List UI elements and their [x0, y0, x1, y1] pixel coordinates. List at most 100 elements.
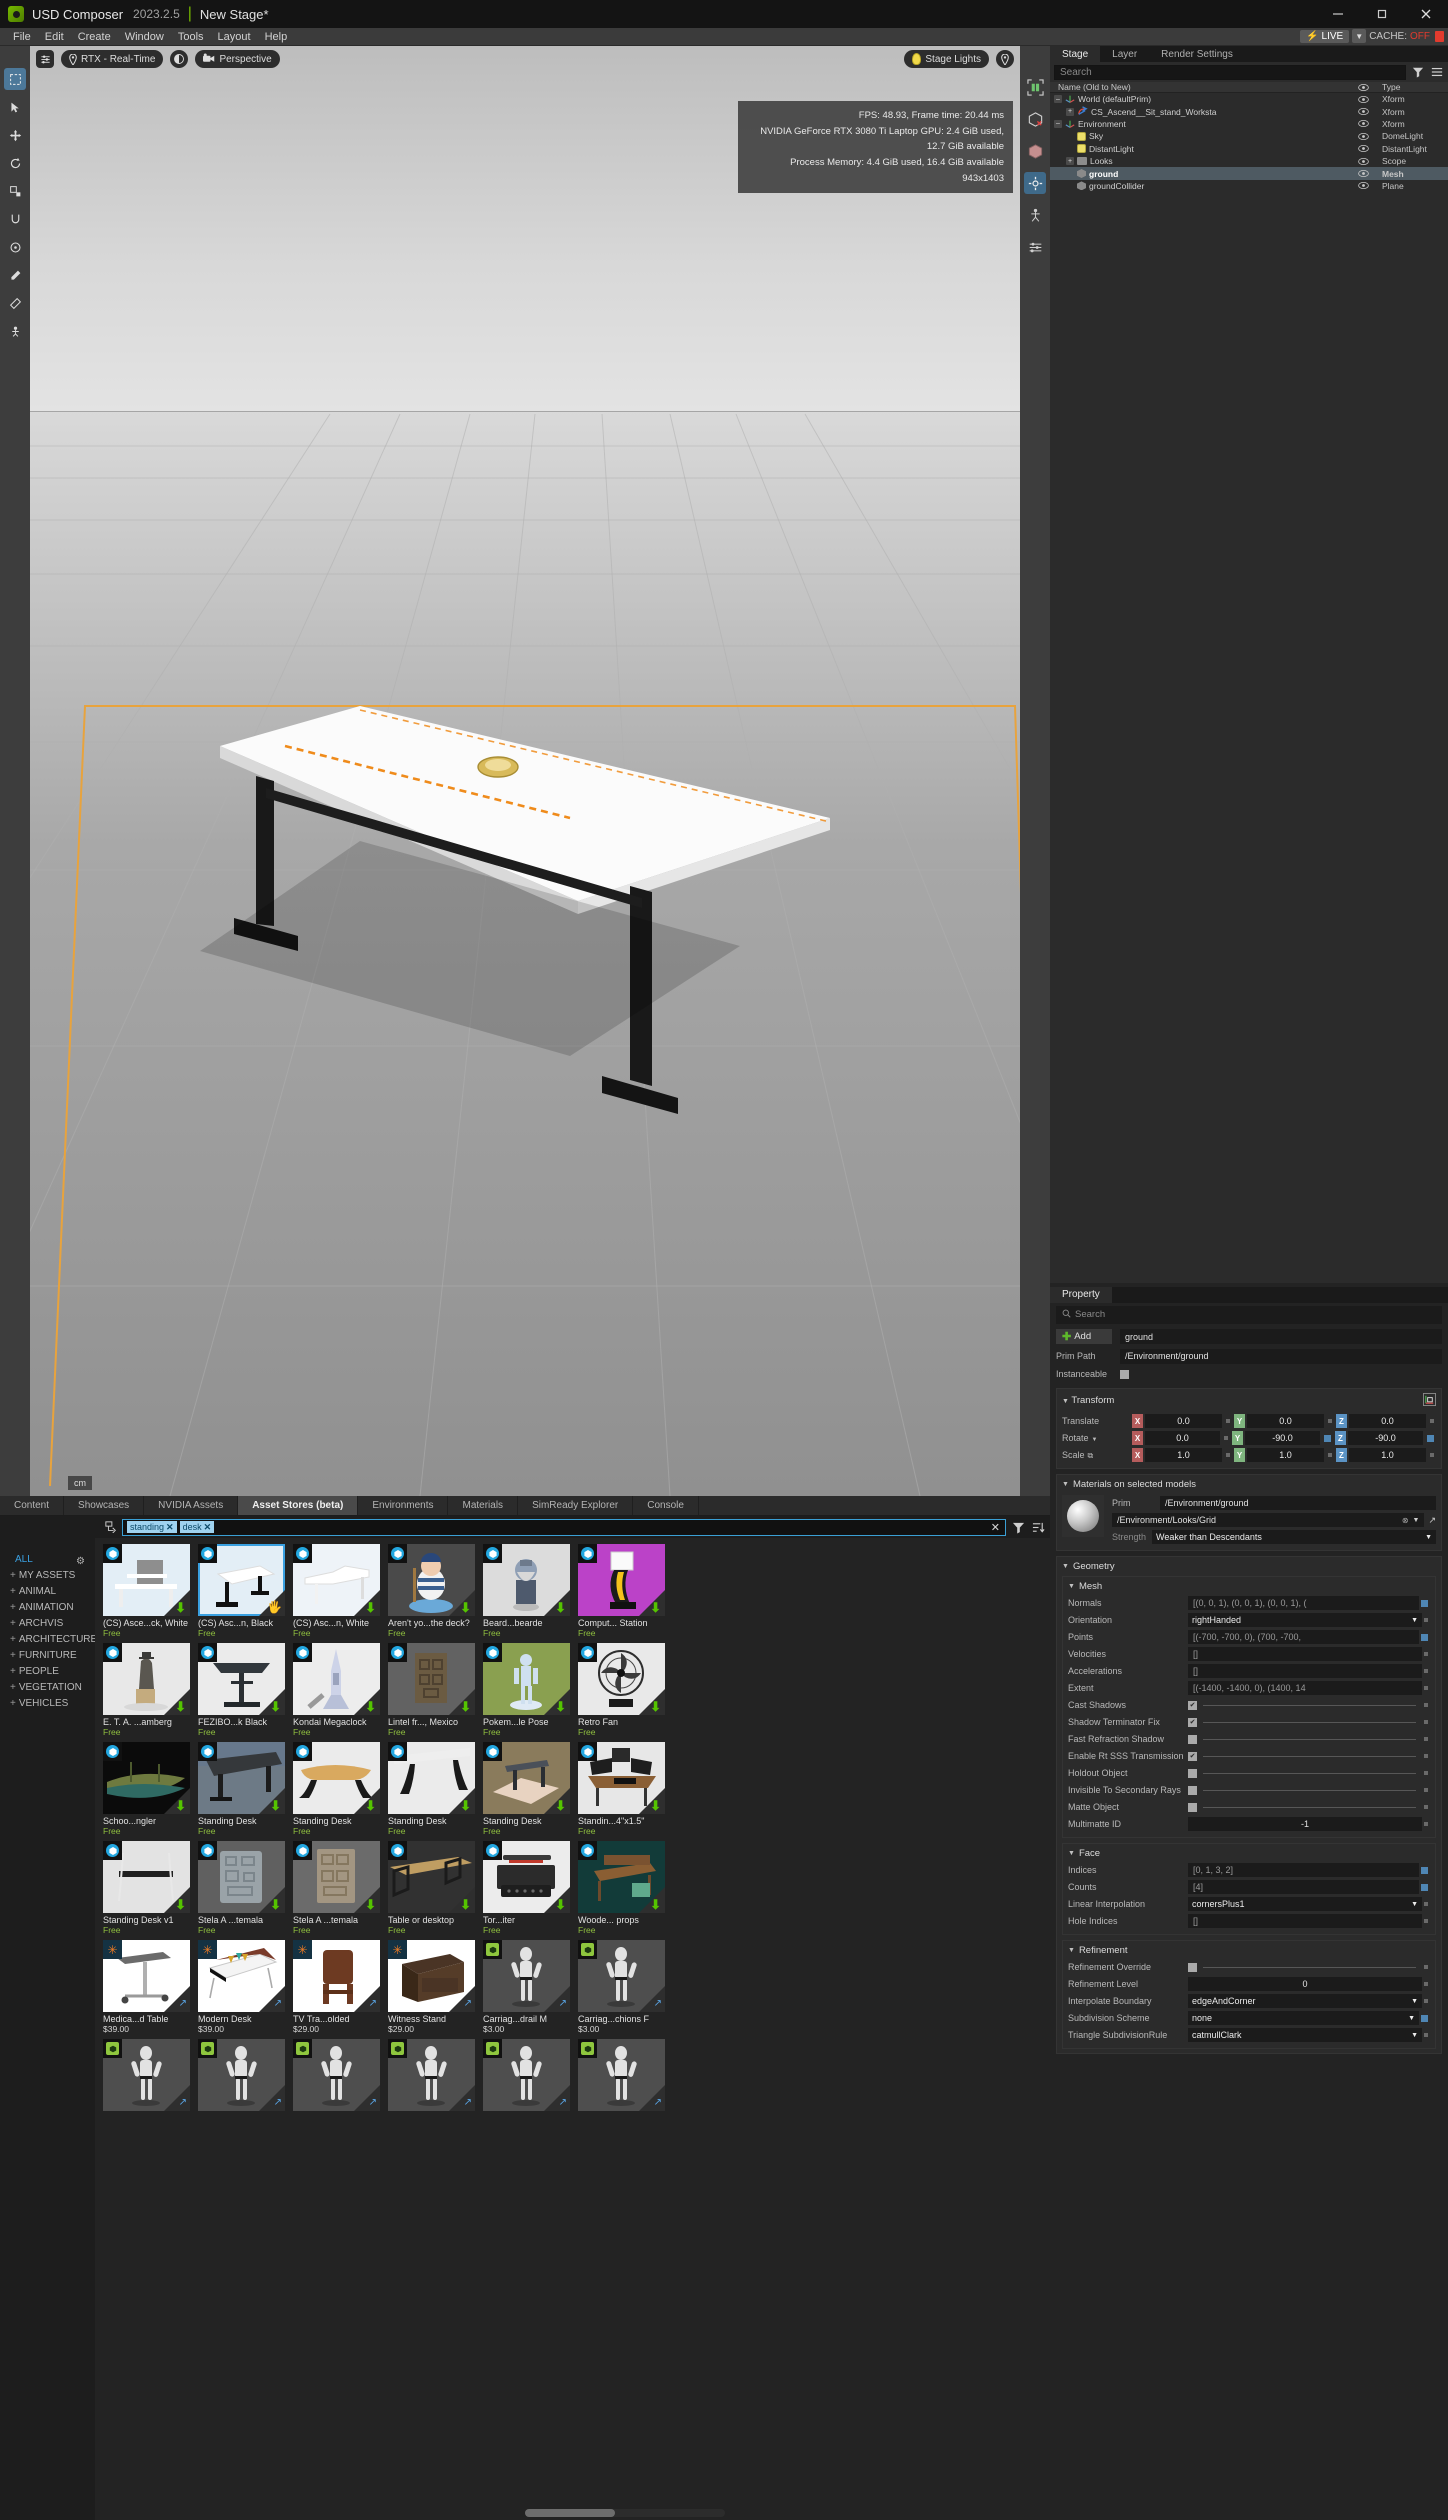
- asset-card[interactable]: ✳ ↗ Modern Desk $39.00: [198, 1940, 285, 2034]
- mesh-header[interactable]: ▼ Mesh: [1068, 1581, 1430, 1592]
- asset-search-input[interactable]: standing ✕ desk ✕ ✕: [122, 1518, 1006, 1536]
- stage-tree-row[interactable]: DistantLight DistantLight: [1050, 143, 1448, 155]
- asset-card[interactable]: ↗: [578, 2039, 665, 2113]
- tab-materials[interactable]: Materials: [448, 1496, 519, 1515]
- rotate-tool-icon[interactable]: [4, 152, 26, 174]
- external-link-icon[interactable]: ↗: [369, 1998, 377, 2009]
- maximize-icon[interactable]: [1360, 0, 1404, 28]
- asset-thumbnail[interactable]: ↗: [103, 2039, 190, 2111]
- open-material-icon[interactable]: ↗: [1428, 1515, 1436, 1526]
- asset-thumbnail[interactable]: ⬇: [483, 1841, 570, 1913]
- strength-select[interactable]: Weaker than Descendants ▼: [1152, 1530, 1436, 1544]
- tab-nvidia-assets[interactable]: NVIDIA Assets: [144, 1496, 239, 1515]
- asset-thumbnail[interactable]: ⬇: [293, 1544, 380, 1616]
- scale-tool-icon[interactable]: [4, 180, 26, 202]
- external-link-icon[interactable]: ↗: [464, 2097, 472, 2108]
- asset-card[interactable]: ⬇ (CS) Asce...ck, White Free: [103, 1544, 190, 1638]
- materials-header[interactable]: ▼ Materials on selected models: [1062, 1479, 1436, 1490]
- download-icon[interactable]: ⬇: [365, 1799, 376, 1812]
- visibility-toggle-icon[interactable]: [1348, 182, 1378, 190]
- asset-thumbnail[interactable]: ⬇: [483, 1643, 570, 1715]
- download-icon[interactable]: ⬇: [650, 1799, 661, 1812]
- collapse-caret-icon[interactable]: ▼: [1062, 1481, 1069, 1488]
- chip-remove-icon[interactable]: ✕: [166, 1522, 174, 1533]
- download-icon[interactable]: ⬇: [650, 1700, 661, 1713]
- menu-help[interactable]: Help: [258, 28, 295, 46]
- download-icon[interactable]: ⬇: [270, 1898, 281, 1911]
- download-icon[interactable]: ⬇: [650, 1601, 661, 1614]
- asset-card[interactable]: ↗: [103, 2039, 190, 2113]
- cursor-tool-icon[interactable]: [4, 96, 26, 118]
- collapse-caret-icon[interactable]: ▼: [1068, 1850, 1075, 1857]
- property-text-field[interactable]: [(-700, -700, 0), (700, -700,: [1188, 1630, 1419, 1644]
- property-flag-icon[interactable]: [1427, 1434, 1434, 1442]
- menu-edit[interactable]: Edit: [38, 28, 71, 46]
- asset-thumbnail[interactable]: 🖐: [198, 1544, 285, 1616]
- external-link-icon[interactable]: ↗: [274, 2097, 282, 2108]
- visibility-toggle-icon[interactable]: [1348, 108, 1378, 116]
- tab-render-settings[interactable]: Render Settings: [1149, 46, 1245, 62]
- collapse-tree-icon[interactable]: [104, 1520, 118, 1534]
- stage-tree-row[interactable]: ground Mesh: [1050, 167, 1448, 180]
- property-flag-icon[interactable]: [1424, 1999, 1428, 2003]
- property-number-field[interactable]: -1: [1188, 1817, 1422, 1831]
- property-checkbox[interactable]: [1188, 1734, 1197, 1744]
- external-link-icon[interactable]: ↗: [179, 1998, 187, 2009]
- animation-tool-icon[interactable]: [4, 320, 26, 342]
- asset-grid[interactable]: ⬇ (CS) Asce...ck, White Free 🖐 (CS) Asc...n,…: [95, 1538, 1050, 2520]
- category-archvis[interactable]: + ARCHVIS: [10, 1616, 95, 1632]
- stage-search-input[interactable]: Search: [1054, 64, 1406, 80]
- asset-thumbnail[interactable]: ⬇: [578, 1643, 665, 1715]
- stage-tree[interactable]: – World (defaultPrim) Xform + CS_Ascend__Sit…: [1050, 93, 1448, 1283]
- download-icon[interactable]: ⬇: [175, 1601, 186, 1614]
- property-checkbox[interactable]: [1188, 1802, 1197, 1812]
- property-checkbox[interactable]: [1188, 1962, 1197, 1972]
- cache-file-icon[interactable]: [1435, 30, 1444, 42]
- asset-thumbnail[interactable]: ⬇: [198, 1841, 285, 1913]
- visibility-toggle-icon[interactable]: [1348, 157, 1378, 165]
- property-flag-icon[interactable]: [1421, 1633, 1428, 1641]
- asset-thumbnail[interactable]: ⬇: [103, 1841, 190, 1913]
- asset-thumbnail[interactable]: ⬇: [483, 1742, 570, 1814]
- hide-mesh-icon[interactable]: [1024, 108, 1046, 130]
- menu-create[interactable]: Create: [71, 28, 118, 46]
- instanceable-checkbox[interactable]: [1120, 1369, 1129, 1379]
- frame-selection-icon[interactable]: [1024, 76, 1046, 98]
- external-link-icon[interactable]: ↗: [274, 1998, 282, 2009]
- property-flag-icon[interactable]: [1421, 1883, 1428, 1891]
- asset-thumbnail[interactable]: ✳ ↗: [103, 1940, 190, 2012]
- asset-card[interactable]: ⬇ Pokem...le Pose Free: [483, 1643, 570, 1737]
- property-text-field[interactable]: []: [1188, 1647, 1422, 1661]
- geometry-header[interactable]: ▼ Geometry: [1062, 1561, 1436, 1572]
- property-flag-icon[interactable]: [1424, 1686, 1428, 1690]
- property-checkbox[interactable]: [1188, 1700, 1197, 1710]
- asset-thumbnail[interactable]: ↗: [578, 1940, 665, 2012]
- renderer-selector[interactable]: RTX - Real-Time: [61, 50, 164, 68]
- asset-card[interactable]: ✳ ↗ Witness Stand $29.00: [388, 1940, 475, 2034]
- property-text-field[interactable]: [(0, 0, 1), (0, 0, 1), (0, 0, 1), (: [1188, 1596, 1419, 1610]
- visibility-toggle-icon[interactable]: [1348, 145, 1378, 153]
- clear-search-icon[interactable]: ✕: [991, 1521, 1000, 1534]
- property-text-field[interactable]: []: [1188, 1664, 1422, 1678]
- property-flag-icon[interactable]: [1226, 1453, 1230, 1457]
- refinement-header[interactable]: ▼ Refinement: [1068, 1945, 1430, 1956]
- transform-header[interactable]: ▼ Transform: [1062, 1392, 1436, 1409]
- asset-thumbnail[interactable]: ↗: [578, 2039, 665, 2111]
- external-link-icon[interactable]: ↗: [464, 1998, 472, 2009]
- property-text-field[interactable]: [4]: [1188, 1880, 1419, 1894]
- expand-icon[interactable]: +: [1066, 107, 1074, 116]
- property-flag-icon[interactable]: [1430, 1419, 1434, 1423]
- property-checkbox[interactable]: [1188, 1785, 1197, 1795]
- stage-tree-row[interactable]: groundCollider Plane: [1050, 180, 1448, 192]
- category-animation[interactable]: + ANIMATION: [10, 1600, 95, 1616]
- visibility-toggle-icon[interactable]: [1348, 120, 1378, 128]
- sort-icon[interactable]: [1030, 1519, 1046, 1535]
- move-tool-icon[interactable]: [4, 124, 26, 146]
- menu-file[interactable]: File: [6, 28, 38, 46]
- property-flag-icon[interactable]: [1424, 1982, 1428, 1986]
- external-link-icon[interactable]: ↗: [654, 1998, 662, 2009]
- download-icon[interactable]: ⬇: [460, 1700, 471, 1713]
- property-body[interactable]: ✚ Add ground Prim Path /Environment/grou…: [1050, 1327, 1448, 2520]
- download-icon[interactable]: ⬇: [460, 1799, 471, 1812]
- material-preview[interactable]: [1062, 1494, 1104, 1537]
